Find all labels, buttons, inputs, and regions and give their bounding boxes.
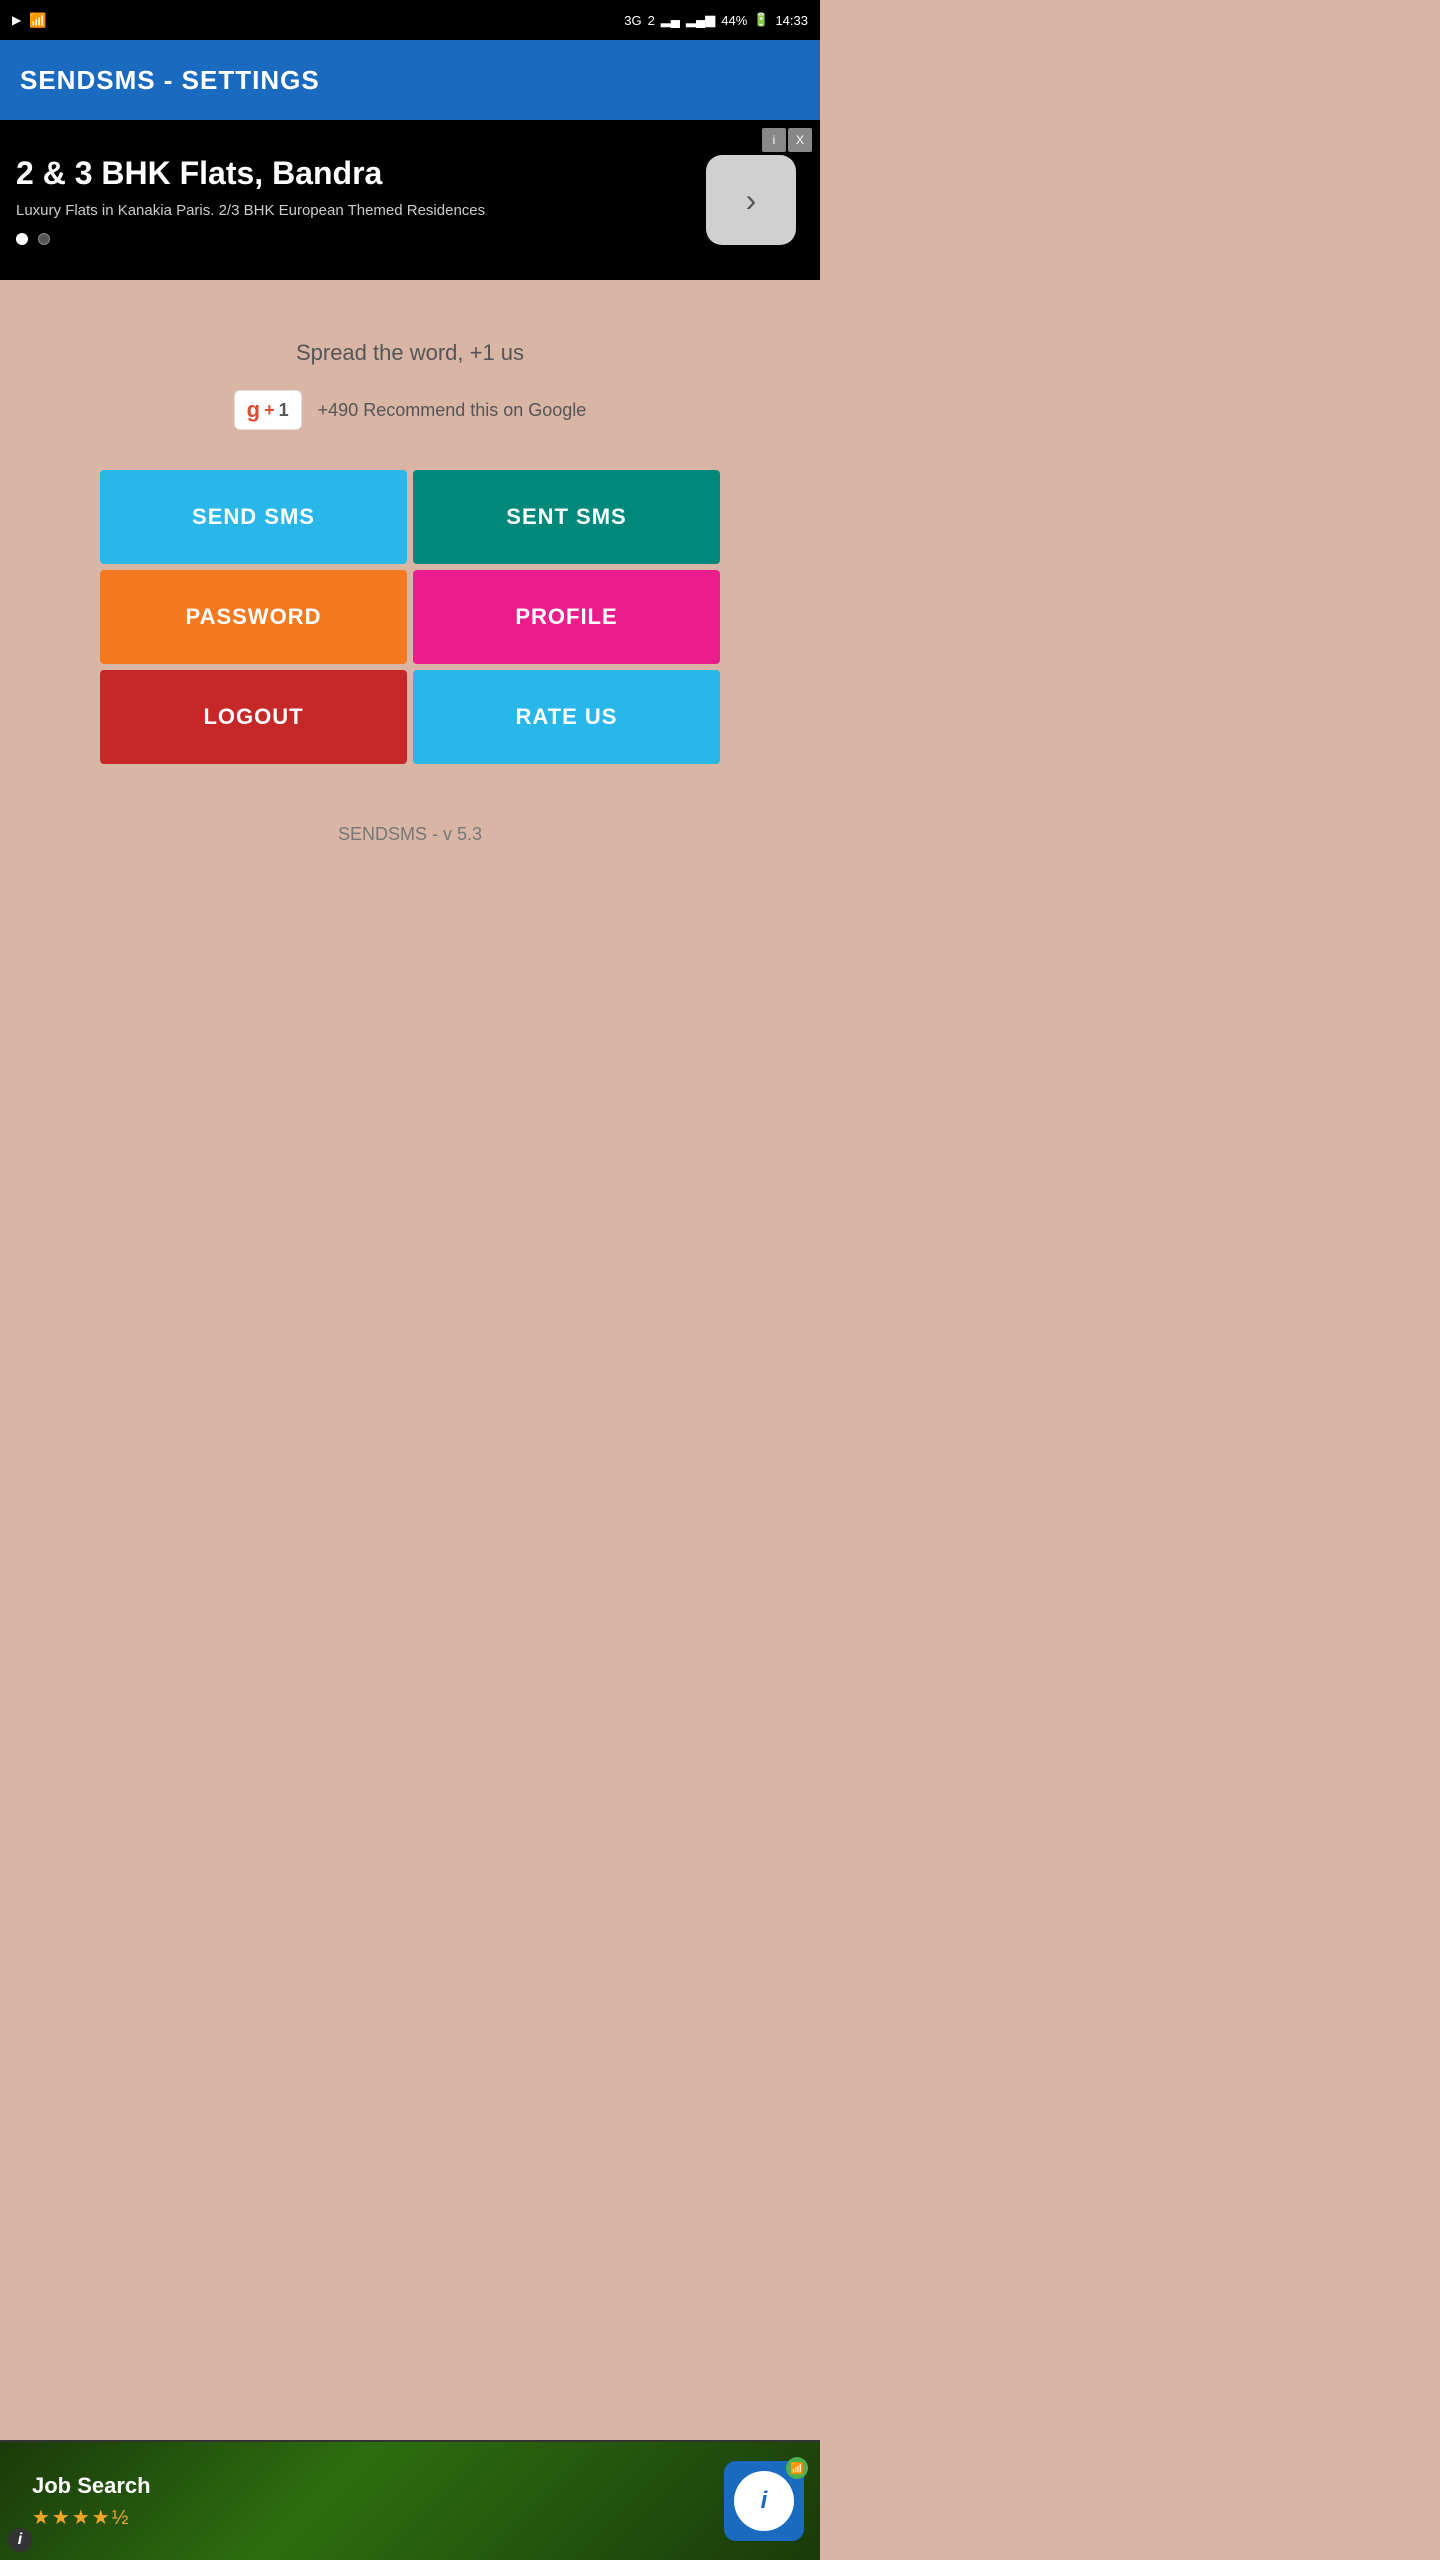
- logout-button[interactable]: LOGOUT: [100, 670, 407, 764]
- bottom-ad-logo: 📶 i: [724, 2461, 804, 2541]
- bottom-ad-logo-inner: i: [734, 2471, 794, 2531]
- action-buttons-grid: SEND SMS SENT SMS PASSWORD PROFILE LOGOU…: [100, 470, 720, 764]
- rate-us-button[interactable]: RATE US: [413, 670, 720, 764]
- ad-controls[interactable]: i X: [762, 128, 812, 152]
- ad-banner: i X 2 & 3 BHK Flats, Bandra Luxury Flats…: [0, 120, 820, 280]
- profile-button[interactable]: PROFILE: [413, 570, 720, 664]
- signal-icon: ▂▄: [661, 12, 680, 28]
- status-left: ▶ 📶: [12, 12, 47, 29]
- bottom-ad-title: Job Search: [32, 2473, 708, 2499]
- logo-wifi-badge: 📶: [786, 2457, 808, 2479]
- spread-text: Spread the word, +1 us: [296, 340, 524, 366]
- ad-subtitle: Luxury Flats in Kanakia Paris. 2/3 BHK E…: [16, 200, 516, 221]
- sim-indicator: 2: [648, 13, 655, 28]
- status-bar: ▶ 📶 3G 2 ▂▄ ▂▄▆ 44% 🔋 14:33: [0, 0, 820, 40]
- clock: 14:33: [775, 13, 808, 28]
- password-button[interactable]: PASSWORD: [100, 570, 407, 664]
- ad-title: 2 & 3 BHK Flats, Bandra: [16, 155, 556, 192]
- ad-pagination: [16, 233, 804, 245]
- status-right: 3G 2 ▂▄ ▂▄▆ 44% 🔋 14:33: [624, 12, 808, 28]
- sent-sms-button[interactable]: SENT SMS: [413, 470, 720, 564]
- gplus-g-letter: g: [247, 397, 260, 423]
- bottom-ad-logo-letter: i: [761, 2487, 768, 2515]
- signal-icon2: ▂▄▆: [686, 12, 715, 28]
- bottom-ad-content: Job Search ★★★★½: [16, 2473, 708, 2530]
- send-sms-button[interactable]: SEND SMS: [100, 470, 407, 564]
- ad-dot-1[interactable]: [16, 233, 28, 245]
- network-type: 3G: [624, 13, 641, 28]
- battery-level: 44%: [721, 13, 747, 28]
- play-icon: ▶: [12, 13, 21, 27]
- app-title: SENDSMS - SETTINGS: [20, 65, 320, 96]
- ad-info-button[interactable]: i: [762, 128, 786, 152]
- ad-next-button[interactable]: ›: [706, 155, 796, 245]
- ad-dot-2[interactable]: [38, 233, 50, 245]
- gplus-plus-sign: +: [264, 400, 275, 421]
- google-plus-button[interactable]: g + 1: [234, 390, 302, 430]
- bottom-ad-banner[interactable]: i Job Search ★★★★½ 📶 i: [0, 2440, 820, 2560]
- version-text: SENDSMS - v 5.3: [338, 824, 482, 845]
- gplus-one-number: 1: [279, 400, 289, 421]
- bottom-ad-stars: ★★★★½: [32, 2505, 708, 2530]
- ad-close-button[interactable]: X: [788, 128, 812, 152]
- google-plus-row: g + 1 +490 Recommend this on Google: [234, 390, 587, 430]
- app-bar: SENDSMS - SETTINGS: [0, 40, 820, 120]
- main-content: Spread the word, +1 us g + 1 +490 Recomm…: [0, 280, 820, 965]
- battery-icon: 🔋: [753, 12, 769, 28]
- bottom-ad-info-icon: i: [8, 2528, 32, 2552]
- wifi-icon: 📶: [29, 12, 46, 29]
- gplus-recommend-text: +490 Recommend this on Google: [318, 400, 587, 421]
